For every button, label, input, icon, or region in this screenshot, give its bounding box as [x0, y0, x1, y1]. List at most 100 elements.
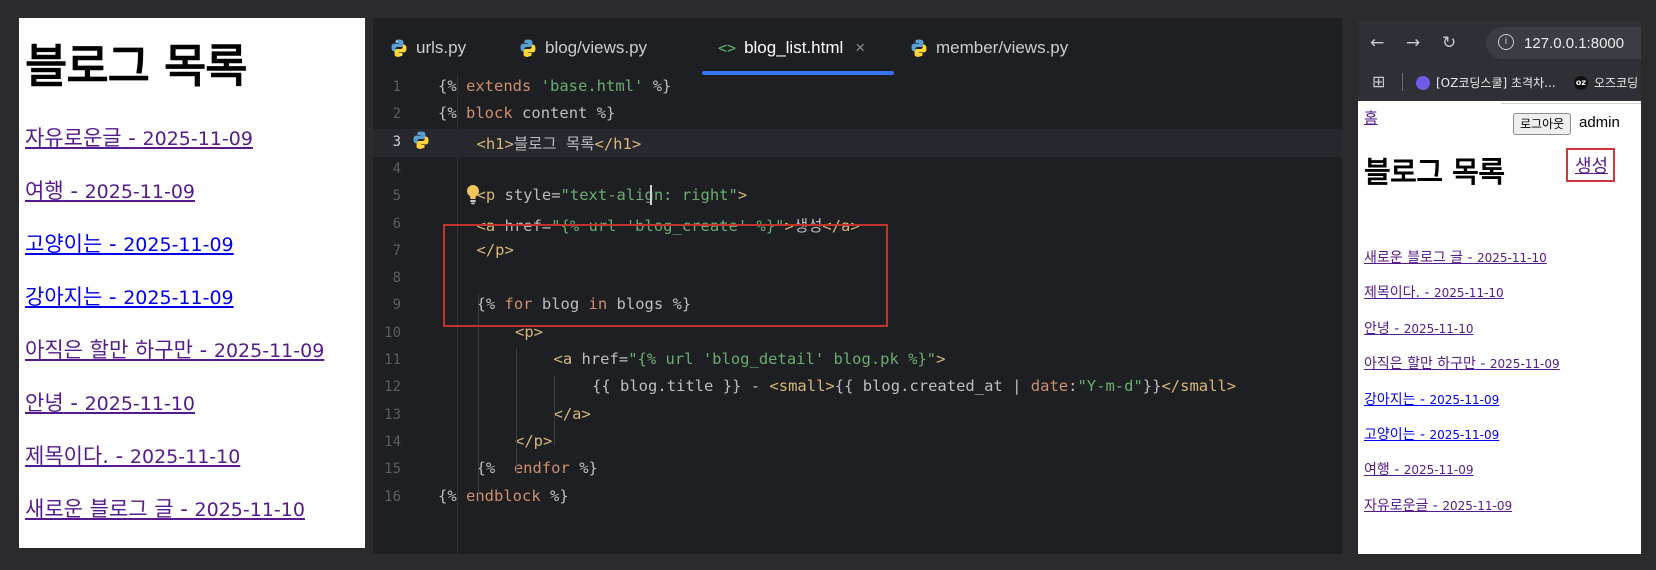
- tab-label: urls.py: [416, 38, 467, 57]
- blog-post-link[interactable]: 여행 - 2025-11-09: [1364, 459, 1560, 494]
- line-number: 7: [392, 242, 401, 259]
- blog-post-link[interactable]: 안녕 - 2025-11-10: [1364, 318, 1560, 353]
- right-browser-window: ← → ↻ i 127.0.0.1:8000 ⊞ [OZ코딩스쿨] 초격차...…: [1358, 21, 1641, 554]
- code-line: 14 </p>: [373, 429, 1342, 457]
- home-link[interactable]: 홈: [1364, 107, 1378, 128]
- title-date-separator: -: [1463, 250, 1478, 266]
- annotation-highlight-box: [443, 224, 888, 327]
- tab-label: blog_list.html: [744, 38, 844, 57]
- forward-icon[interactable]: →: [1406, 33, 1420, 53]
- blog-post-link[interactable]: 강아지는 - 2025-11-09: [1364, 389, 1560, 424]
- post-date: 2025-11-09: [1429, 392, 1500, 407]
- text-cursor: [650, 185, 652, 205]
- python-icon: [911, 39, 927, 57]
- post-title: 강아지는: [25, 285, 103, 309]
- code-line: 5 <p style="text-align: right">: [373, 183, 1342, 211]
- post-date: 2025-11-10: [129, 446, 241, 468]
- blog-post-link[interactable]: 새로운 블로그 글 - 2025-11-10: [1364, 247, 1560, 282]
- lightbulb-icon[interactable]: [465, 184, 481, 206]
- post-date: 2025-11-10: [1433, 286, 1504, 301]
- code-text: <p style="text-align: right">: [476, 186, 748, 205]
- title-date-separator: -: [102, 285, 124, 309]
- post-date: 2025-11-09: [1442, 498, 1513, 513]
- tab-blog-list-html[interactable]: <> blog_list.html ×: [718, 35, 865, 61]
- line-number: 10: [384, 324, 401, 341]
- code-line: 16 {% endblock %}: [373, 484, 1342, 512]
- code-text: <a href="{% url 'blog_detail' blog.pk %}…: [553, 350, 946, 368]
- post-title: 제목이다.: [25, 444, 109, 468]
- html-icon: <>: [718, 39, 737, 57]
- create-link[interactable]: 생성: [1575, 152, 1608, 178]
- code-text: {% endfor %}: [476, 459, 598, 478]
- title-date-separator: -: [102, 232, 124, 256]
- code-line: 4: [373, 156, 1342, 184]
- tab-member-views-py[interactable]: member/views.py: [909, 35, 1068, 61]
- blog-post-link[interactable]: 안녕 - 2025-11-10: [25, 387, 324, 440]
- blog-post-link[interactable]: 강아지는 - 2025-11-09: [25, 281, 324, 334]
- oz-school-favicon: [1416, 75, 1430, 90]
- back-icon[interactable]: ←: [1370, 33, 1384, 53]
- logout-button[interactable]: 로그아웃: [1513, 113, 1572, 135]
- title-date-separator: -: [108, 444, 130, 468]
- blog-list: 새로운 블로그 글 - 2025-11-10 제목이다. - 2025-11-10…: [1364, 247, 1560, 530]
- code-text: <h1>블로그 목록</h1>: [476, 134, 642, 153]
- title-date-separator: -: [63, 179, 85, 203]
- line-number: 4: [392, 160, 401, 177]
- bookmark-oz-school[interactable]: [OZ코딩스쿨] 초격차...: [1416, 74, 1556, 91]
- post-title: 아직은 할만 하구만: [1364, 356, 1476, 373]
- url-text[interactable]: 127.0.0.1:8000: [1524, 35, 1624, 52]
- code-line: 1 {% extends 'base.html' %}: [373, 74, 1342, 102]
- post-date: 2025-11-10: [194, 499, 305, 521]
- post-title: 안녕: [25, 391, 64, 415]
- post-title: 여행: [25, 179, 64, 203]
- post-title: 새로운 블로그 글: [25, 497, 174, 521]
- oz-favicon: oz: [1574, 75, 1588, 90]
- post-title: 여행: [1364, 462, 1390, 479]
- blog-list: 자유로운글 - 2025-11-09 여행 - 2025-11-09 고양이는 - …: [25, 122, 324, 546]
- blog-post-link[interactable]: 아직은 할만 하구만 - 2025-11-09: [25, 334, 324, 387]
- post-date: 2025-11-09: [1403, 463, 1474, 478]
- blog-post-link[interactable]: 고양이는 - 2025-11-09: [25, 228, 324, 281]
- bookmark-label: [OZ코딩스쿨] 초격차...: [1436, 76, 1556, 90]
- blog-post-link[interactable]: 자유로운글 - 2025-11-09: [1364, 495, 1560, 530]
- nav-divider: [1501, 103, 1641, 104]
- code-area[interactable]: 1 {% extends 'base.html' %} 2 {% block cont…: [373, 74, 1342, 554]
- username: admin: [1579, 114, 1620, 131]
- line-number: 12: [384, 379, 401, 396]
- line-number: 6: [392, 215, 401, 232]
- blog-post-link[interactable]: 새로운 블로그 글 - 2025-11-10: [25, 493, 324, 546]
- line-number: 9: [392, 297, 401, 314]
- post-date: 2025-11-10: [1477, 251, 1547, 265]
- line-number: 14: [384, 433, 401, 450]
- blog-post-link[interactable]: 고양이는 - 2025-11-09: [1364, 424, 1560, 459]
- left-browser-page: 블로그 목록 자유로운글 - 2025-11-09 여행 - 2025-11-09…: [19, 18, 365, 548]
- post-date: 2025-11-09: [123, 234, 234, 256]
- tab-blog-views-py[interactable]: blog/views.py: [518, 35, 647, 61]
- post-date: 2025-11-09: [213, 340, 325, 362]
- post-date: 2025-11-10: [84, 393, 195, 415]
- reload-icon[interactable]: ↻: [1442, 33, 1456, 53]
- apps-grid-icon[interactable]: ⊞: [1372, 72, 1385, 91]
- blog-post-link[interactable]: 여행 - 2025-11-09: [25, 175, 324, 228]
- title-date-separator: -: [1389, 320, 1404, 337]
- title-date-separator: -: [1475, 356, 1490, 373]
- close-icon[interactable]: ×: [855, 38, 865, 58]
- bookmark-label: 오즈코딩: [1594, 76, 1639, 90]
- line-number: 1: [392, 79, 401, 95]
- bookmark-oz-coding[interactable]: oz 오즈코딩: [1574, 74, 1638, 91]
- blog-post-link[interactable]: 제목이다. - 2025-11-10: [1364, 282, 1560, 317]
- line-number: 5: [392, 188, 401, 205]
- title-date-separator: -: [173, 497, 195, 521]
- post-date: 2025-11-09: [1489, 357, 1560, 372]
- blog-post-link[interactable]: 자유로운글 - 2025-11-09: [25, 122, 324, 175]
- post-date: 2025-11-09: [84, 181, 195, 203]
- editor-tab-bar: urls.py blog/views.py <> blog_list.html …: [373, 18, 1342, 75]
- code-text: {% endblock %}: [438, 486, 569, 505]
- blog-post-link[interactable]: 아직은 할만 하구만 - 2025-11-09: [1364, 353, 1560, 388]
- page-title: 블로그 목록: [25, 39, 248, 93]
- tab-label: member/views.py: [936, 38, 1069, 57]
- blog-post-link[interactable]: 제목이다. - 2025-11-10: [25, 440, 324, 493]
- tab-urls-py[interactable]: urls.py: [389, 35, 466, 61]
- post-title: 자유로운글: [25, 126, 122, 150]
- site-info-icon[interactable]: i: [1498, 34, 1514, 50]
